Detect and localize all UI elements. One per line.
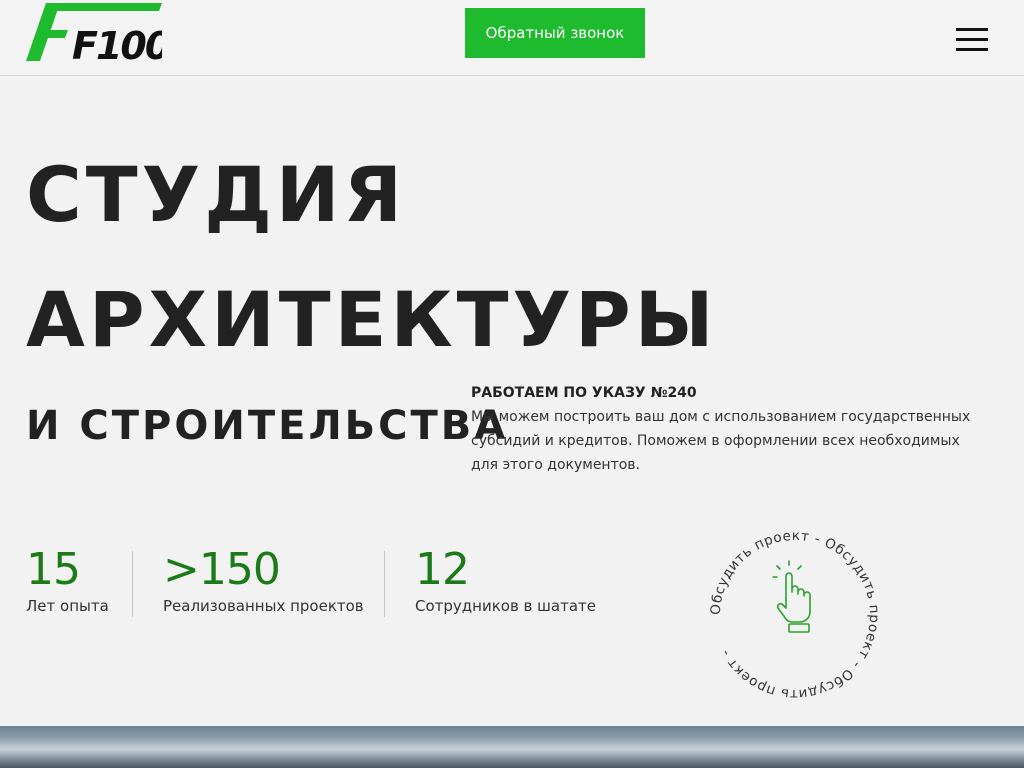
stat-divider bbox=[132, 551, 133, 617]
callback-button[interactable]: Обратный звонок bbox=[465, 8, 645, 58]
stat-label: Реализованных проектов bbox=[163, 597, 364, 615]
stat-label: Сотрудников в шатате bbox=[415, 597, 596, 615]
logo[interactable]: F100 bbox=[26, 3, 173, 68]
stat-label: Лет опыта bbox=[26, 597, 109, 615]
hero-title-line-3: И СТРОИТЕЛЬСТВА bbox=[26, 403, 509, 449]
stat-employees: 12 Сотрудников в шатате bbox=[415, 544, 596, 616]
hamburger-menu-icon[interactable] bbox=[956, 28, 988, 52]
discuss-project-button[interactable]: Обсудить проект - Обсудить проект - Обсу… bbox=[700, 520, 890, 710]
f100-logo-icon: F100 bbox=[26, 3, 173, 68]
site-header: F100 Обратный звонок bbox=[0, 0, 1024, 76]
decree-title: РАБОТАЕМ ПО УКАЗУ №240 bbox=[471, 385, 697, 401]
hand-pointer-icon bbox=[772, 560, 811, 633]
hero-photo bbox=[0, 726, 1024, 768]
discuss-circle-text: Обсудить проект - Обсудить проект - Обсу… bbox=[708, 528, 882, 702]
svg-text:Обсудить проект - Обсудить про: Обсудить проект - Обсудить проект - Обсу… bbox=[708, 528, 882, 702]
logo-text: F100 bbox=[72, 24, 162, 63]
stat-divider bbox=[384, 551, 385, 617]
hero-title-line-2: АРХИТЕКТУРЫ bbox=[26, 275, 718, 364]
decree-block: РАБОТАЕМ ПО УКАЗУ №240 Мы можем построит… bbox=[471, 383, 991, 477]
stat-value: 15 bbox=[26, 544, 81, 595]
stat-value: >150 bbox=[163, 544, 281, 595]
decree-text: Мы можем построить ваш дом с использован… bbox=[471, 409, 971, 473]
stat-projects: >150 Реализованных проектов bbox=[163, 544, 364, 616]
hero-title-line-1: СТУДИЯ bbox=[26, 150, 407, 239]
stat-experience: 15 Лет опыта bbox=[26, 544, 109, 616]
stat-value: 12 bbox=[415, 544, 470, 595]
